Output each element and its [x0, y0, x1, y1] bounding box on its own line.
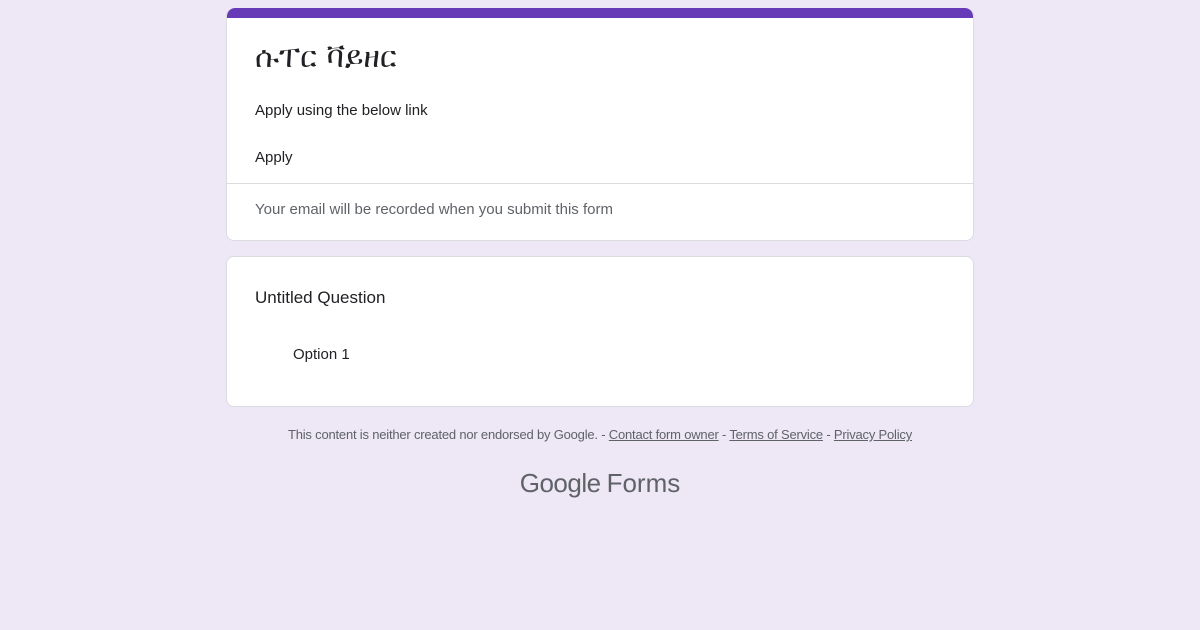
footer-separator: -: [822, 427, 834, 442]
email-recorded-note: Your email will be recorded when you sub…: [255, 201, 613, 218]
form-description-line: Apply using the below link: [255, 102, 428, 119]
question-title: Untitled Question: [255, 288, 386, 307]
form-description-line: Apply: [255, 149, 293, 166]
option-label: Option 1: [293, 346, 350, 363]
form-page: ሱፐር ቫይዘር Apply using the below link Appl…: [0, 0, 1200, 630]
terms-of-service-link[interactable]: Terms of Service: [729, 427, 823, 442]
contact-form-owner-link[interactable]: Contact form owner: [609, 427, 719, 442]
option-placeholder[interactable]: [255, 345, 275, 365]
option-row[interactable]: Option 1: [255, 343, 350, 367]
google-forms-logo[interactable]: Google Forms: [0, 466, 1200, 500]
google-wordmark: Google: [519, 468, 601, 498]
header-divider: [227, 183, 973, 184]
question-card: Untitled Question Option 1: [226, 256, 974, 407]
footer-separator: -: [597, 427, 609, 442]
form-column: ሱፐር ቫይዘር Apply using the below link Appl…: [226, 8, 974, 407]
footer-disclaimer: This content is neither created nor endo…: [0, 426, 1200, 444]
forms-wordmark: Forms: [606, 468, 681, 498]
theme-accent-bar: [227, 8, 973, 18]
disclaimer-text: This content is neither created nor endo…: [287, 427, 598, 442]
form-header-card: ሱፐር ቫይዘር Apply using the below link Appl…: [226, 8, 974, 241]
footer-separator: -: [718, 427, 730, 442]
privacy-policy-link[interactable]: Privacy Policy: [834, 427, 912, 442]
form-title: ሱፐር ቫይዘር: [255, 40, 397, 75]
